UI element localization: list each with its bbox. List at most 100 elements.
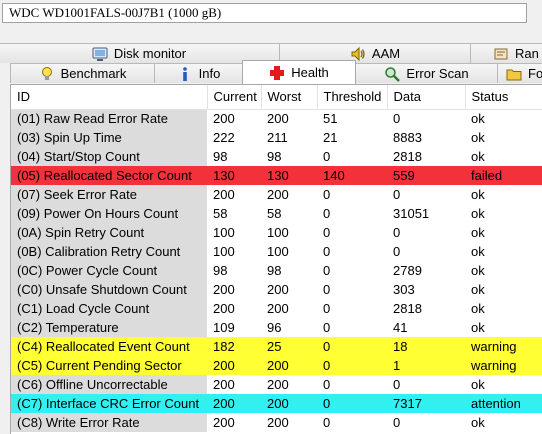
- cell-threshold: 21: [323, 130, 338, 145]
- cell-status: ok: [471, 320, 485, 335]
- cell-threshold: 0: [323, 187, 331, 202]
- column-header-worst[interactable]: Worst: [261, 85, 318, 110]
- cell-current: 200: [207, 356, 261, 375]
- drive-select[interactable]: WDC WD1001FALS-00J7B1 (1000 gB): [2, 3, 527, 23]
- cell-status: warning: [465, 356, 542, 375]
- table-row[interactable]: (C2) Temperature 109 96 0 41 ok: [11, 318, 542, 337]
- cell-worst: 98: [267, 263, 282, 278]
- cell-threshold: 0: [323, 415, 331, 430]
- table-row[interactable]: (C6) Offline Uncorrectable 200 200 0 0 ok: [11, 375, 542, 394]
- cell-id: (05) Reallocated Sector Count: [11, 166, 207, 185]
- table-row[interactable]: (03) Spin Up Time 222 211 21 8883 ok: [11, 128, 542, 147]
- cell-status: ok: [471, 282, 485, 297]
- cell-id: (0A) Spin Retry Count: [11, 223, 207, 242]
- cell-threshold: 0: [317, 356, 387, 375]
- tab-health[interactable]: Health: [242, 60, 356, 84]
- cell-status: ok: [471, 263, 485, 278]
- cell-current: 200: [213, 415, 235, 430]
- tab-disk-monitor[interactable]: Disk monitor: [0, 43, 280, 63]
- cell-worst: 98: [267, 149, 282, 164]
- cell-status: ok: [471, 130, 485, 145]
- tab-info[interactable]: Info: [154, 63, 243, 83]
- column-header-id[interactable]: ID: [11, 85, 208, 110]
- table-row[interactable]: (05) Reallocated Sector Count 130 130 140 55…: [11, 166, 542, 185]
- cell-status: ok: [471, 206, 485, 221]
- cell-id: (0B) Calibration Retry Count: [11, 242, 207, 261]
- tab-benchmark[interactable]: Benchmark: [10, 63, 155, 83]
- cell-current: 100: [213, 244, 235, 259]
- cell-worst: 200: [267, 111, 289, 127]
- column-header-threshold[interactable]: Threshold: [317, 85, 388, 110]
- cell-current: 100: [213, 225, 235, 240]
- cell-worst: 211: [267, 130, 288, 145]
- tab-random-access[interactable]: Ran: [470, 43, 542, 63]
- cell-id: (C8) Write Error Rate: [11, 413, 207, 432]
- cell-status: ok: [471, 111, 485, 127]
- cell-worst: 58: [267, 206, 282, 221]
- tab-label: Benchmark: [60, 66, 127, 81]
- table-row[interactable]: (C4) Reallocated Event Count 182 25 0 18 warn…: [11, 337, 542, 356]
- tab-label: AAM: [371, 46, 401, 61]
- cell-worst: 130: [261, 166, 317, 185]
- cell-data: 0: [393, 225, 401, 240]
- cell-status: ok: [471, 187, 485, 202]
- health-cross-icon: [269, 65, 285, 81]
- tab-label: Fo: [528, 66, 542, 81]
- cell-threshold: 0: [323, 377, 331, 392]
- table-row[interactable]: (04) Start/Stop Count 98 98 0 2818 ok: [11, 147, 542, 166]
- table-row[interactable]: (01) Raw Read Error Rate 200 200 51 0 ok: [11, 109, 542, 128]
- cell-status: ok: [471, 301, 485, 316]
- cell-id: (07) Seek Error Rate: [11, 185, 207, 204]
- cell-current: 200: [213, 282, 235, 297]
- cell-data: 0: [393, 111, 401, 127]
- cell-current: 200: [213, 377, 235, 392]
- cell-status: ok: [471, 244, 485, 259]
- tab-label: Health: [291, 65, 329, 80]
- cell-worst: 200: [261, 394, 317, 413]
- health-table-panel: ID Current Worst Threshold Data Status (…: [10, 84, 542, 434]
- cell-data: 0: [393, 187, 401, 202]
- tab-label: Ran: [515, 46, 539, 61]
- table-row[interactable]: (C1) Load Cycle Count 200 200 0 2818 ok: [11, 299, 542, 318]
- cell-id: (0C) Power Cycle Count: [11, 261, 207, 280]
- cell-worst: 200: [267, 301, 289, 316]
- table-row[interactable]: (C0) Unsafe Shutdown Count 200 200 0 303 ok: [11, 280, 542, 299]
- cell-threshold: 51: [323, 111, 338, 127]
- column-header-data[interactable]: Data: [387, 85, 466, 110]
- cell-threshold: 0: [323, 206, 331, 221]
- table-header-row: ID Current Worst Threshold Data Status: [11, 85, 542, 110]
- cell-worst: 200: [267, 282, 289, 297]
- cell-current: 58: [213, 206, 228, 221]
- table-row[interactable]: (07) Seek Error Rate 200 200 0 0 ok: [11, 185, 542, 204]
- cell-threshold: 0: [323, 149, 331, 164]
- column-header-status[interactable]: Status: [465, 85, 542, 110]
- cell-current: 200: [213, 111, 235, 127]
- cell-data: 41: [393, 320, 408, 335]
- cell-threshold: 0: [323, 244, 331, 259]
- tab-label: Disk monitor: [113, 46, 187, 61]
- table-row[interactable]: (0A) Spin Retry Count 100 100 0 0 ok: [11, 223, 542, 242]
- cell-id: (C0) Unsafe Shutdown Count: [11, 280, 207, 299]
- cell-threshold: 0: [323, 320, 331, 335]
- table-row[interactable]: (0C) Power Cycle Count 98 98 0 2789 ok: [11, 261, 542, 280]
- cell-current: 200: [213, 187, 235, 202]
- tab-folder[interactable]: Fo: [497, 63, 542, 83]
- cell-id: (C6) Offline Uncorrectable: [11, 375, 207, 394]
- table-row[interactable]: (C7) Interface CRC Error Count 200 200 0 731…: [11, 394, 542, 413]
- cell-worst: 25: [261, 337, 317, 356]
- cell-data: 303: [393, 282, 415, 297]
- table-row[interactable]: (C8) Write Error Rate 200 200 0 0 ok: [11, 413, 542, 432]
- cell-id: (C4) Reallocated Event Count: [11, 337, 207, 356]
- tab-error-scan[interactable]: Error Scan: [355, 63, 498, 83]
- table-body: (01) Raw Read Error Rate 200 200 51 0 ok (03) …: [11, 109, 542, 432]
- column-header-current[interactable]: Current: [207, 85, 262, 110]
- cell-status: ok: [471, 149, 485, 164]
- cell-id: (C2) Temperature: [11, 318, 207, 337]
- table-row[interactable]: (09) Power On Hours Count 58 58 0 31051 ok: [11, 204, 542, 223]
- table-row[interactable]: (C5) Current Pending Sector 200 200 0 1 warni…: [11, 356, 542, 375]
- cell-worst: 200: [267, 187, 289, 202]
- cell-threshold: 0: [323, 263, 331, 278]
- cell-status: ok: [471, 415, 485, 430]
- table-row[interactable]: (0B) Calibration Retry Count 100 100 0 0 ok: [11, 242, 542, 261]
- cell-worst: 200: [267, 377, 289, 392]
